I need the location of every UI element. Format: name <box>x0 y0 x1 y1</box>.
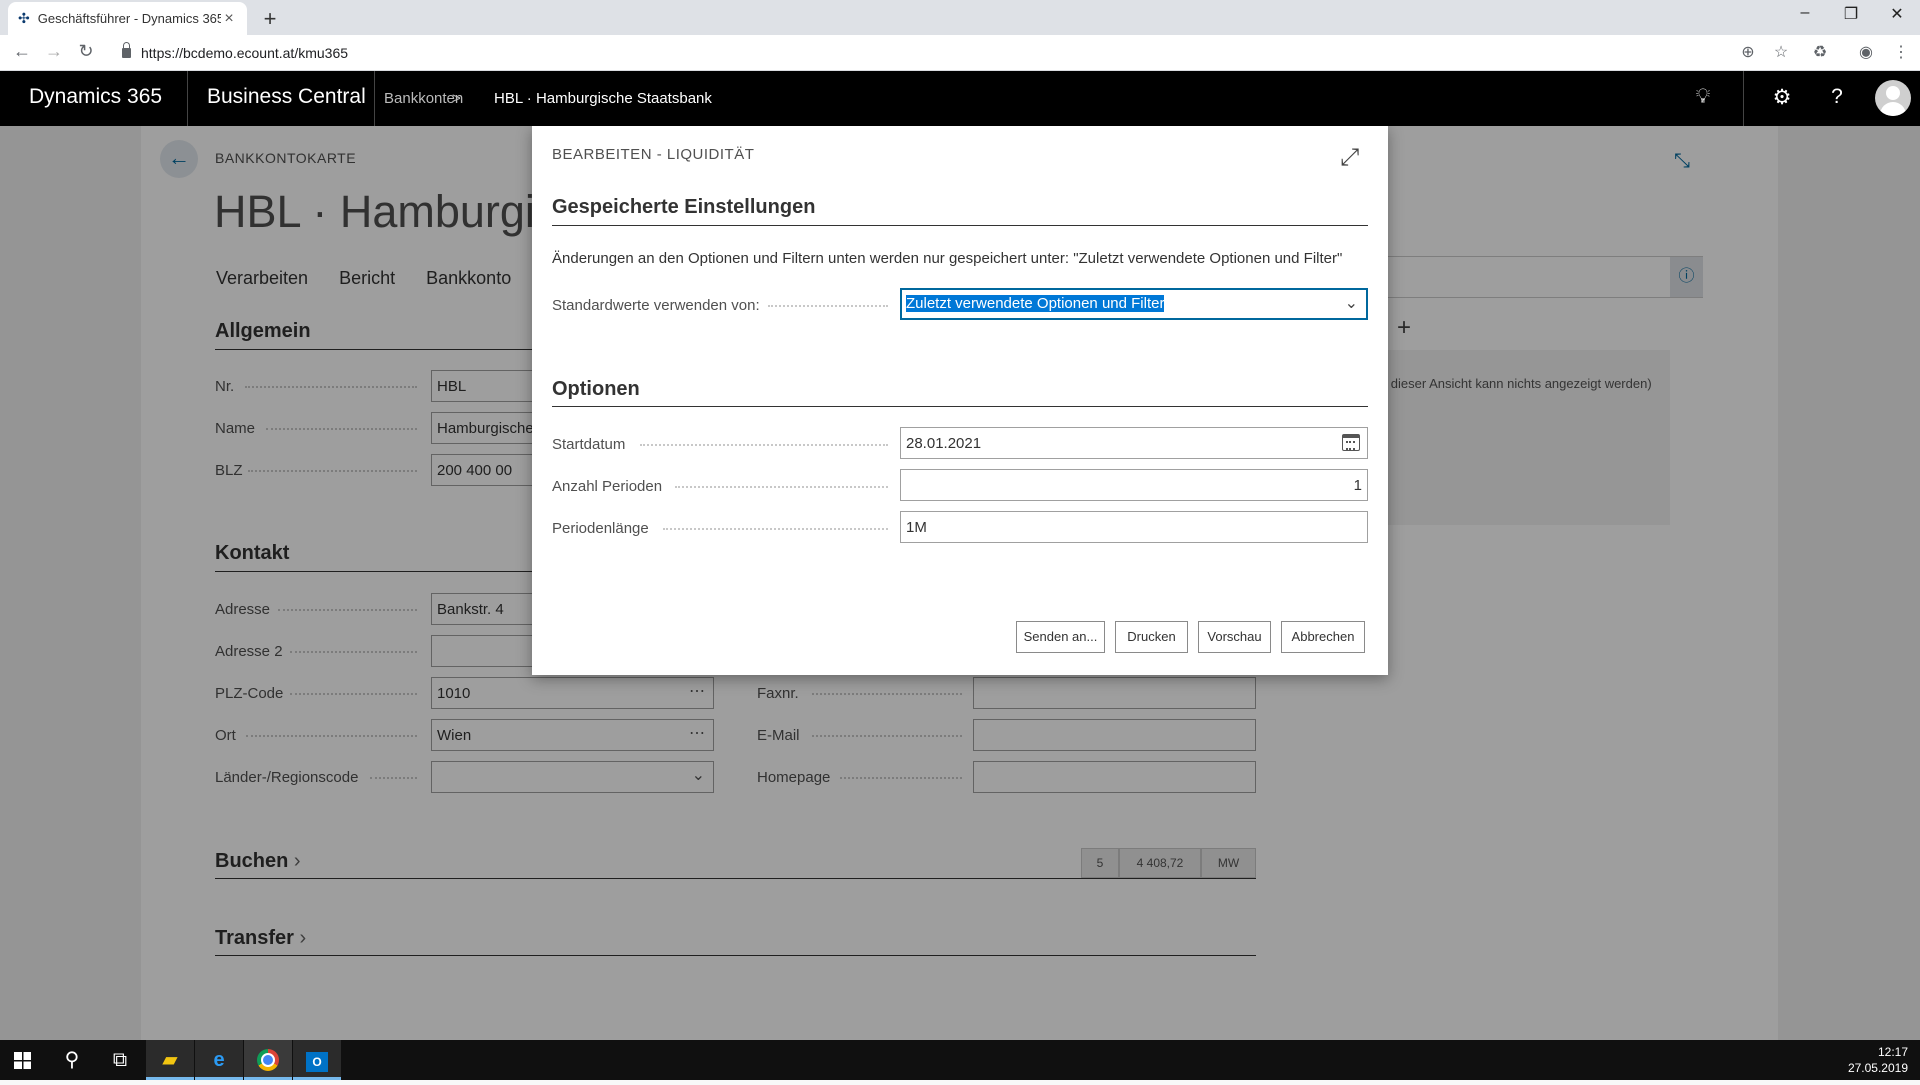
start-button[interactable] <box>0 1040 48 1080</box>
lightbulb-icon[interactable]: 💡︎ <box>1688 85 1718 109</box>
section-divider <box>552 225 1368 226</box>
header-divider <box>1743 71 1744 126</box>
file-explorer-icon[interactable]: ▰ <box>146 1040 194 1080</box>
address-bar[interactable]: https://bcdemo.ecount.at/kmu365 <box>112 39 1772 67</box>
period-length-field[interactable]: 1M <box>900 511 1368 543</box>
product-title: Business Central <box>207 85 366 108</box>
start-date-label: Startdatum <box>552 436 626 453</box>
search-icon[interactable]: ⚲ <box>48 1040 96 1080</box>
dynamics-tab-icon: ✣ <box>18 10 30 26</box>
cancel-button[interactable]: Abbrechen <box>1281 621 1365 653</box>
outlook-icon[interactable]: O <box>293 1040 341 1080</box>
help-icon[interactable]: ? <box>1822 85 1852 109</box>
dot-leader <box>768 305 888 307</box>
dot-leader <box>663 528 888 530</box>
period-length-label: Periodenlänge <box>552 520 649 537</box>
calendar-icon[interactable] <box>1342 434 1360 451</box>
system-clock[interactable]: 12:17 27.05.2019 <box>1848 1044 1908 1076</box>
clock-date: 27.05.2019 <box>1847 1061 1908 1075</box>
chrome-logo-icon <box>257 1049 279 1071</box>
chrome-icon[interactable] <box>244 1040 292 1080</box>
periods-label: Anzahl Perioden <box>552 478 663 495</box>
section-divider <box>552 406 1368 407</box>
periods-field[interactable]: 1 <box>900 469 1368 501</box>
preview-button[interactable]: Vorschau <box>1198 621 1271 653</box>
gear-icon[interactable]: ⚙ <box>1767 85 1797 110</box>
reload-icon[interactable]: ↻ <box>74 41 98 62</box>
browser-toolbar: ← → ↻ https://bcdemo.ecount.at/kmu365 ⊕ … <box>0 35 1920 71</box>
header-divider <box>187 71 188 126</box>
browser-tabbar: ✣ Geschäftsführer - Dynamics 365 B × + –… <box>0 0 1920 35</box>
outlook-logo-icon: O <box>306 1052 328 1072</box>
windows-logo-icon <box>14 1052 31 1069</box>
chevron-down-icon: ⌄ <box>1344 295 1358 312</box>
bookmark-star-icon[interactable]: ☆ <box>1770 42 1792 62</box>
defaults-select[interactable]: Zuletzt verwendete Optionen und Filter ⌄ <box>900 288 1368 320</box>
breadcrumb-current: HBL · Hamburgische Staatsbank <box>494 90 712 107</box>
options-heading: Optionen <box>552 378 640 400</box>
header-divider <box>374 71 375 126</box>
lock-icon <box>122 42 131 58</box>
browser-menu-icon[interactable]: ⋮ <box>1890 42 1912 62</box>
saved-settings-info: Änderungen an den Optionen und Filtern u… <box>552 250 1343 267</box>
minimize-button[interactable]: – <box>1790 4 1820 22</box>
forward-arrow-icon[interactable]: → <box>42 41 66 62</box>
dot-leader <box>640 444 888 446</box>
brand-title[interactable]: Dynamics 365 <box>29 85 162 109</box>
defaults-value: Zuletzt verwendete Optionen und Filter <box>906 295 1165 312</box>
saved-settings-heading: Gespeicherte Einstellungen <box>552 196 816 218</box>
task-view-icon[interactable]: ⧉ <box>96 1040 144 1080</box>
restore-button[interactable]: ❐ <box>1836 4 1866 24</box>
start-date-value: 28.01.2021 <box>906 435 982 452</box>
browser-tab[interactable]: ✣ Geschäftsführer - Dynamics 365 B × <box>8 2 247 35</box>
extension-icon[interactable]: ♻ <box>1809 42 1831 62</box>
back-arrow-icon[interactable]: ← <box>10 41 34 62</box>
send-to-button[interactable]: Senden an... <box>1016 621 1105 653</box>
clock-time: 12:17 <box>1877 1045 1908 1059</box>
new-tab-button[interactable]: + <box>258 6 282 32</box>
dot-leader <box>675 486 888 488</box>
tab-title: Geschäftsführer - Dynamics 365 B <box>37 11 221 26</box>
breadcrumb-chevron-icon: > <box>452 90 461 107</box>
start-date-field[interactable]: 28.01.2021 <box>900 427 1368 459</box>
url-text: https://bcdemo.ecount.at/kmu365 <box>141 45 349 61</box>
expand-icon[interactable]: ⤢ <box>1340 144 1359 172</box>
close-tab-icon[interactable]: × <box>221 10 237 28</box>
app-header: Dynamics 365 Business Central Bankkonten… <box>0 71 1920 126</box>
dialog-caption: BEARBEITEN - LIQUIDITÄT <box>552 146 755 163</box>
profile-icon[interactable]: ◉ <box>1855 42 1877 62</box>
avatar[interactable] <box>1875 80 1911 116</box>
edge-icon[interactable]: e <box>195 1040 243 1080</box>
request-page-dialog: BEARBEITEN - LIQUIDITÄT ⤢ Gespeicherte E… <box>532 126 1388 675</box>
zoom-icon[interactable]: ⊕ <box>1737 42 1759 62</box>
close-window-button[interactable]: ✕ <box>1882 4 1912 24</box>
print-button[interactable]: Drucken <box>1115 621 1188 653</box>
windows-taskbar: ⚲ ⧉ ▰ e O 12:17 27.05.2019 <box>0 1040 1920 1080</box>
defaults-label: Standardwerte verwenden von: <box>552 297 760 314</box>
